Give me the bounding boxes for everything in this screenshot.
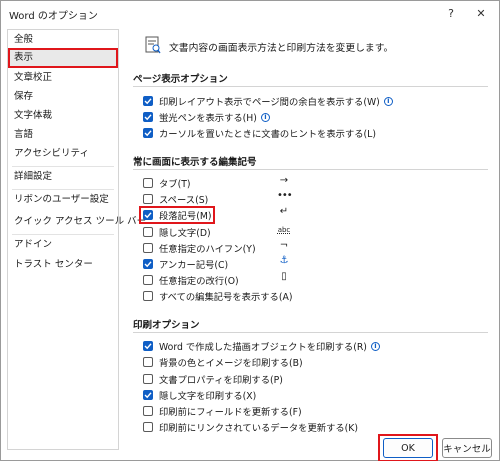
cancel-button[interactable]: キャンセル	[442, 438, 492, 458]
dialog-title: Word のオプション	[9, 11, 98, 22]
anchor-icon: ⚓	[279, 255, 289, 266]
space-mark-icon: •••	[277, 190, 293, 201]
checkbox[interactable]	[143, 243, 153, 253]
section-title-formatting-marks: 常に画面に表示する編集記号	[133, 157, 257, 168]
tab-mark-icon: →	[279, 175, 289, 186]
category-sidebar: 全般 表示 文章校正 保存 文字体裁 言語 アクセシビリティ 詳細設定 リボンの…	[7, 29, 146, 450]
option-optional-breaks[interactable]: 任意指定の改行(O)	[143, 273, 239, 287]
optional-hyphen-mark-icon: ¬	[279, 240, 289, 251]
sidebar-divider	[12, 234, 114, 235]
option-label: 印刷前にフィールドを更新する(F)	[159, 407, 302, 418]
sidebar-item-proofing[interactable]: 文章校正	[14, 69, 52, 87]
info-icon: i	[260, 112, 270, 122]
option-paragraph-marks[interactable]: 段落記号(M)	[143, 208, 211, 222]
title-bar: Word のオプション ? ✕	[1, 1, 499, 25]
option-show-document-tooltips[interactable]: カーソルを置いたときに文書のヒントを表示する(L)	[143, 126, 376, 140]
info-icon: i	[370, 341, 380, 351]
option-print-background[interactable]: 背景の色とイメージを印刷する(B)	[143, 355, 303, 369]
sidebar-divider	[12, 166, 114, 167]
paragraph-mark-icon: ↵	[279, 206, 289, 217]
sidebar-item-advanced[interactable]: 詳細設定	[14, 168, 52, 186]
checkbox[interactable]	[143, 210, 153, 220]
sidebar-item-trust-center[interactable]: トラスト センター	[14, 256, 93, 274]
sidebar-item-display[interactable]: 表示	[14, 49, 33, 67]
checkbox[interactable]	[143, 406, 153, 416]
hidden-text-mark-icon: abc	[277, 226, 291, 234]
option-show-whitespace[interactable]: 印刷レイアウト表示でページ間の余白を表示する(W) i	[143, 94, 393, 108]
checkbox[interactable]	[143, 259, 153, 269]
sidebar-item-language[interactable]: 言語	[14, 126, 33, 144]
option-label: カーソルを置いたときに文書のヒントを表示する(L)	[159, 129, 376, 140]
option-label: 文書プロパティを印刷する(P)	[159, 375, 283, 386]
option-print-hidden-text[interactable]: 隠し文字を印刷する(X)	[143, 388, 256, 402]
option-label: 任意指定の改行(O)	[159, 276, 239, 287]
options-dialog: Word のオプション ? ✕ 全般 表示 文章校正 保存 文字体裁 言語 アク…	[0, 0, 500, 461]
checkbox[interactable]	[143, 390, 153, 400]
sidebar-item-general[interactable]: 全般	[14, 31, 33, 49]
sidebar-item-typography[interactable]: 文字体裁	[14, 107, 52, 125]
option-label: 段落記号(M)	[159, 211, 212, 222]
checkbox[interactable]	[143, 128, 153, 138]
option-tab-characters[interactable]: タブ(T)	[143, 176, 191, 190]
option-label: すべての編集記号を表示する(A)	[159, 292, 293, 303]
option-label: 印刷レイアウト表示でページ間の余白を表示する(W)	[159, 97, 380, 108]
option-print-properties[interactable]: 文書プロパティを印刷する(P)	[143, 372, 283, 386]
option-update-fields[interactable]: 印刷前にフィールドを更新する(F)	[143, 404, 302, 418]
checkbox[interactable]	[143, 357, 153, 367]
checkbox[interactable]	[143, 194, 153, 204]
option-label: 隠し文字(D)	[159, 228, 211, 239]
display-settings-icon	[145, 36, 161, 54]
sidebar-divider	[12, 189, 114, 190]
section-divider	[133, 86, 488, 87]
section-title-page-display: ページ表示オプション	[133, 74, 228, 85]
panel-description: 文書内容の画面表示方法と印刷方法を変更します。	[169, 43, 394, 54]
option-spaces[interactable]: スペース(S)	[143, 192, 208, 206]
option-label: 隠し文字を印刷する(X)	[159, 391, 257, 402]
sidebar-item-accessibility[interactable]: アクセシビリティ	[14, 145, 89, 163]
option-label: タブ(T)	[159, 179, 191, 190]
option-label: スペース(S)	[159, 195, 209, 206]
optional-break-mark-icon: ▯	[281, 271, 287, 282]
option-optional-hyphens[interactable]: 任意指定のハイフン(Y)	[143, 241, 256, 255]
option-object-anchors[interactable]: アンカー記号(C)	[143, 257, 228, 271]
display-settings-panel: 文書内容の画面表示方法と印刷方法を変更します。 ページ表示オプション 印刷レイア…	[121, 29, 495, 434]
checkbox[interactable]	[143, 341, 153, 351]
dialog-footer: OK キャンセル	[1, 431, 499, 461]
sidebar-item-addins[interactable]: アドイン	[14, 236, 52, 254]
close-button[interactable]: ✕	[470, 4, 492, 22]
checkbox[interactable]	[143, 374, 153, 384]
option-hidden-text[interactable]: 隠し文字(D)	[143, 225, 211, 239]
option-label: Word で作成した描画オブジェクトを印刷する(R)	[159, 342, 367, 353]
option-show-all-marks[interactable]: すべての編集記号を表示する(A)	[143, 289, 292, 303]
info-icon: i	[383, 96, 393, 106]
section-divider	[133, 169, 488, 170]
checkbox[interactable]	[143, 96, 153, 106]
sidebar-item-customize-ribbon[interactable]: リボンのユーザー設定	[14, 191, 109, 209]
checkbox[interactable]	[143, 227, 153, 237]
option-label: アンカー記号(C)	[159, 260, 229, 271]
option-label: 背景の色とイメージを印刷する(B)	[159, 358, 303, 369]
checkbox[interactable]	[143, 291, 153, 301]
option-label: 蛍光ペンを表示する(H)	[159, 113, 257, 124]
section-title-print: 印刷オプション	[133, 320, 200, 331]
ok-button[interactable]: OK	[383, 438, 433, 458]
option-label: 任意指定のハイフン(Y)	[159, 244, 256, 255]
checkbox[interactable]	[143, 178, 153, 188]
option-show-highlighter[interactable]: 蛍光ペンを表示する(H) i	[143, 110, 270, 124]
section-divider	[133, 332, 488, 333]
help-button[interactable]: ?	[440, 4, 462, 22]
option-print-drawings[interactable]: Word で作成した描画オブジェクトを印刷する(R) i	[143, 339, 380, 353]
checkbox[interactable]	[143, 275, 153, 285]
sidebar-item-save[interactable]: 保存	[14, 88, 33, 106]
checkbox[interactable]	[143, 112, 153, 122]
